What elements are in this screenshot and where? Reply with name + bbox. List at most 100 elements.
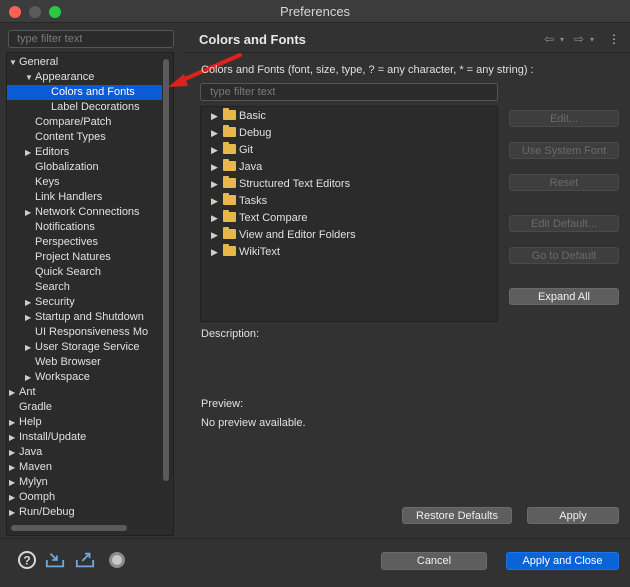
restore-defaults-button[interactable]: Restore Defaults: [402, 507, 512, 524]
collapsed-chevron-icon[interactable]: ▶: [211, 159, 223, 175]
tree-item-label: Link Handlers: [35, 191, 103, 203]
tree-item[interactable]: Globalization: [7, 160, 162, 175]
tree-item[interactable]: ▶ Security: [7, 295, 162, 310]
collapsed-chevron-icon[interactable]: ▶: [25, 205, 35, 220]
collapsed-chevron-icon[interactable]: ▶: [211, 193, 223, 209]
collapsed-chevron-icon[interactable]: ▶: [9, 490, 19, 505]
apply-and-close-button[interactable]: Apply and Close: [506, 552, 619, 570]
tree-item[interactable]: Compare/Patch: [7, 115, 162, 130]
go-to-default-button[interactable]: Go to Default: [509, 247, 619, 264]
collapsed-chevron-icon[interactable]: ▶: [9, 385, 19, 400]
collapsed-chevron-icon[interactable]: ▶: [211, 108, 223, 124]
tree-item[interactable]: ▶ Maven: [7, 460, 162, 475]
collapsed-chevron-icon[interactable]: ▶: [25, 310, 35, 325]
edit-default-button[interactable]: Edit Default...: [509, 215, 619, 232]
category-filter-input[interactable]: type filter text: [200, 83, 498, 101]
tree-item[interactable]: Web Browser: [7, 355, 162, 370]
category-item[interactable]: ▶ Java: [211, 159, 262, 175]
collapsed-chevron-icon[interactable]: ▶: [9, 505, 19, 520]
tree-item[interactable]: Perspectives: [7, 235, 162, 250]
tree-item[interactable]: ▼ General: [7, 55, 162, 70]
tree-item[interactable]: ▶ Ant: [7, 385, 162, 400]
tree-item[interactable]: ▶ Help: [7, 415, 162, 430]
tree-item[interactable]: Project Natures: [7, 250, 162, 265]
svg-text:?: ?: [23, 554, 30, 568]
export-preferences-icon[interactable]: [75, 550, 95, 570]
collapsed-chevron-icon[interactable]: ▶: [211, 176, 223, 192]
collapsed-chevron-icon[interactable]: ▶: [25, 340, 35, 355]
collapsed-chevron-icon[interactable]: ▶: [25, 370, 35, 385]
collapsed-chevron-icon[interactable]: ▶: [9, 415, 19, 430]
tree-item[interactable]: ▼ Appearance: [7, 70, 162, 85]
tree-item[interactable]: ▶ Startup and Shutdown: [7, 310, 162, 325]
category-item[interactable]: ▶ Structured Text Editors: [211, 176, 350, 192]
expand-all-button[interactable]: Expand All: [509, 288, 619, 305]
forward-dropdown-icon[interactable]: ▾: [590, 35, 594, 44]
cancel-button[interactable]: Cancel: [381, 552, 487, 570]
tree-item-label: Help: [19, 416, 42, 428]
help-icon[interactable]: ?: [17, 550, 37, 570]
tree-item-label: Notifications: [35, 221, 95, 233]
category-item[interactable]: ▶ WikiText: [211, 244, 280, 260]
tree-item[interactable]: UI Responsiveness Mo: [7, 325, 162, 340]
tree-item[interactable]: ▶ Editors: [7, 145, 162, 160]
reset-button[interactable]: Reset: [509, 174, 619, 191]
tree-item[interactable]: ▶ Install/Update: [7, 430, 162, 445]
category-item[interactable]: ▶ Text Compare: [211, 210, 307, 226]
collapsed-chevron-icon[interactable]: ▶: [9, 445, 19, 460]
tree-item[interactable]: Keys: [7, 175, 162, 190]
collapsed-chevron-icon[interactable]: ▶: [9, 460, 19, 475]
tree-item[interactable]: ▶ Run/Debug: [7, 505, 162, 520]
category-item[interactable]: ▶ View and Editor Folders: [211, 227, 356, 243]
tree-item[interactable]: Search: [7, 280, 162, 295]
tree-item-label: Maven: [19, 461, 53, 473]
tree-item-label: Compare/Patch: [35, 116, 112, 128]
collapsed-chevron-icon[interactable]: ▶: [211, 142, 223, 158]
tree-item[interactable]: ▶ Mylyn: [7, 475, 162, 490]
tree-item[interactable]: ▶ Network Connections: [7, 205, 162, 220]
folder-icon: [223, 193, 236, 205]
tree-item[interactable]: Colors and Fonts: [7, 85, 162, 100]
expanded-chevron-icon[interactable]: ▼: [9, 55, 19, 70]
collapsed-chevron-icon[interactable]: ▶: [211, 210, 223, 226]
preference-filter-input[interactable]: type filter text: [8, 30, 174, 48]
back-dropdown-icon[interactable]: ▾: [560, 35, 564, 44]
tree-item[interactable]: Quick Search: [7, 265, 162, 280]
category-item[interactable]: ▶ Debug: [211, 125, 271, 141]
colors-fonts-description: Colors and Fonts (font, size, type, ? = …: [201, 64, 534, 76]
tree-item[interactable]: ▶ User Storage Service: [7, 340, 162, 355]
collapsed-chevron-icon[interactable]: ▶: [9, 475, 19, 490]
tree-item[interactable]: Notifications: [7, 220, 162, 235]
oomph-record-icon[interactable]: [107, 550, 127, 570]
collapsed-chevron-icon[interactable]: ▶: [211, 125, 223, 141]
tree-item[interactable]: Content Types: [7, 130, 162, 145]
tree-horizontal-scrollbar[interactable]: [11, 525, 127, 531]
apply-button[interactable]: Apply: [527, 507, 619, 524]
use-system-font-button[interactable]: Use System Font: [509, 142, 619, 159]
import-preferences-icon[interactable]: [45, 550, 65, 570]
category-item[interactable]: ▶ Git: [211, 142, 253, 158]
collapsed-chevron-icon[interactable]: ▶: [9, 430, 19, 445]
tree-item[interactable]: Label Decorations: [7, 100, 162, 115]
category-item[interactable]: ▶ Tasks: [211, 193, 267, 209]
back-arrow-icon[interactable]: ⇦: [544, 32, 554, 46]
folder-icon: [223, 244, 236, 256]
collapsed-chevron-icon[interactable]: ▶: [25, 295, 35, 310]
folder-icon: [223, 108, 236, 120]
tree-item[interactable]: Link Handlers: [7, 190, 162, 205]
tree-vertical-scrollbar[interactable]: [163, 59, 169, 481]
collapsed-chevron-icon[interactable]: ▶: [211, 227, 223, 243]
tree-item[interactable]: ▶ Workspace: [7, 370, 162, 385]
edit-button[interactable]: Edit...: [509, 110, 619, 127]
expanded-chevron-icon[interactable]: ▼: [25, 70, 35, 85]
tree-item[interactable]: Gradle: [7, 400, 162, 415]
collapsed-chevron-icon[interactable]: ▶: [25, 145, 35, 160]
category-item[interactable]: ▶ Basic: [211, 108, 266, 124]
forward-arrow-icon[interactable]: ⇨: [574, 32, 584, 46]
tree-item-label: Web Browser: [35, 356, 101, 368]
tree-item-label: Run/Debug: [19, 506, 75, 518]
collapsed-chevron-icon[interactable]: ▶: [211, 244, 223, 260]
tree-item[interactable]: ▶ Java: [7, 445, 162, 460]
view-menu-icon[interactable]: ⋮: [608, 32, 620, 46]
tree-item[interactable]: ▶ Oomph: [7, 490, 162, 505]
